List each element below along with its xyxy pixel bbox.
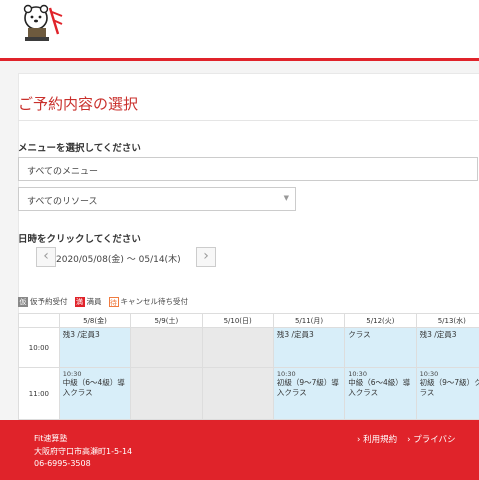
schedule-table: 5/8(金) 5/9(土) 5/10(日) 5/11(月) 5/12(火) 5/… xyxy=(18,313,479,420)
legend-item-provisional: 仮 仮予約受付 xyxy=(18,296,68,307)
slot-time: 10:30 xyxy=(419,370,439,378)
page: ご予約内容の選択 メニューを選択してください すべてのメニュー すべてのリソース… xyxy=(0,0,479,480)
slot-text: クラス xyxy=(348,330,371,339)
schedule-slot[interactable]: クラス xyxy=(344,327,417,368)
day-header: 5/8(金) xyxy=(58,313,132,328)
chevron-right-icon: › xyxy=(203,248,209,264)
chevron-left-icon: ‹ xyxy=(43,248,49,264)
menu-label: メニューを選択してください xyxy=(18,143,141,154)
legend-label: 仮予約受付 xyxy=(30,297,68,306)
slot-time: 10:30 xyxy=(62,370,82,378)
time-label: 10:00 xyxy=(18,327,60,368)
day-header-saturday: 5/9(土) xyxy=(130,313,203,328)
time-label: 11:00 xyxy=(18,367,60,420)
schedule-slot[interactable]: 10:30 初級（9〜7級）クラス xyxy=(415,367,479,420)
school-name: Fit速算塾 xyxy=(34,434,68,443)
closed-slot xyxy=(130,367,203,420)
slot-text: 残3 /定員3 xyxy=(419,330,457,339)
closed-slot xyxy=(201,367,274,420)
site-header xyxy=(0,0,479,61)
footer-links: › 利用規約 › プライバシ xyxy=(357,433,466,445)
menu-select[interactable]: すべてのメニュー xyxy=(18,157,478,181)
slot-text: 残3 /定員3 xyxy=(62,330,100,339)
slot-text: 中級（6〜4級）導入クラス xyxy=(348,378,411,397)
date-range: 2020/05/08(金) ～ 05/14(木) xyxy=(56,255,181,265)
closed-slot xyxy=(130,327,203,368)
schedule-slot[interactable]: 残3 /定員3 xyxy=(272,327,346,368)
slot-time: 10:30 xyxy=(276,370,296,378)
corner-cell xyxy=(18,313,60,328)
full-chip-icon: 満 xyxy=(74,296,85,307)
school-phone: 06-6995-3508 xyxy=(34,459,91,468)
table-row: 10:00 残3 /定員3 残3 /定員3 クラス 残3 /定員3 xyxy=(18,327,479,368)
terms-link[interactable]: › 利用規約 xyxy=(357,433,397,445)
legend-label: キャンセル待ち受付 xyxy=(120,297,189,306)
day-header: 5/13(水) xyxy=(415,313,479,328)
menu-select-value: すべてのメニュー xyxy=(27,167,99,177)
schedule-slot[interactable]: 10:30 中級（6〜4級）導入クラス xyxy=(344,367,417,420)
day-header: 5/11(月) xyxy=(272,313,346,328)
resource-select-value: すべてのリソース xyxy=(27,197,98,207)
mascot-logo-icon[interactable] xyxy=(22,4,64,44)
day-header: 5/12(火) xyxy=(344,313,417,328)
resource-select[interactable]: すべてのリソース ▼ xyxy=(18,187,296,211)
chevron-down-icon: ▼ xyxy=(283,194,289,202)
schedule-header-row: 5/8(金) 5/9(土) 5/10(日) 5/11(月) 5/12(火) 5/… xyxy=(18,313,479,328)
schedule-slot[interactable]: 10:30 初級（9〜7級）導入クラス xyxy=(272,367,346,420)
schedule-slot[interactable]: 残3 /定員3 xyxy=(415,327,479,368)
date-label: 日時をクリックしてください xyxy=(18,234,141,245)
slot-text: 残3 /定員3 xyxy=(276,330,314,339)
slot-text: 初級（9〜7級）クラス xyxy=(419,378,479,397)
slot-text: 中級（6〜4級）導入クラス xyxy=(62,378,125,397)
waitlist-chip-icon: 待 xyxy=(108,296,119,307)
provisional-chip-icon: 仮 xyxy=(18,296,28,307)
day-header-sunday: 5/10(日) xyxy=(201,313,274,328)
legend: 仮 仮予約受付 満 満員 待 キャンセル待ち受付 xyxy=(18,296,195,307)
prev-week-button[interactable]: ‹ xyxy=(36,247,56,267)
next-week-button[interactable]: › xyxy=(196,247,216,267)
privacy-link[interactable]: › プライバシ xyxy=(407,433,455,445)
closed-slot xyxy=(201,327,274,368)
page-title: ご予約内容の選択 xyxy=(18,95,139,113)
slot-text: 初級（9〜7級）導入クラス xyxy=(276,378,339,397)
title-divider xyxy=(18,120,478,121)
legend-label: 満員 xyxy=(86,297,102,306)
slot-time: 10:30 xyxy=(348,370,367,378)
legend-item-full: 満 満員 xyxy=(74,296,102,307)
school-address: 大阪府守口市高瀬町1-5-14 xyxy=(34,447,133,456)
legend-item-waitlist: 待 キャンセル待ち受付 xyxy=(108,296,189,307)
schedule-slot[interactable]: 残3 /定員3 xyxy=(58,327,132,368)
site-footer: Fit速算塾 大阪府守口市高瀬町1-5-14 06-6995-3508 › 利用… xyxy=(0,420,479,480)
table-row: 11:00 10:30 中級（6〜4級）導入クラス 10:30 初級（9〜7級）導入… xyxy=(18,367,479,420)
schedule-slot[interactable]: 10:30 中級（6〜4級）導入クラス xyxy=(58,367,132,420)
